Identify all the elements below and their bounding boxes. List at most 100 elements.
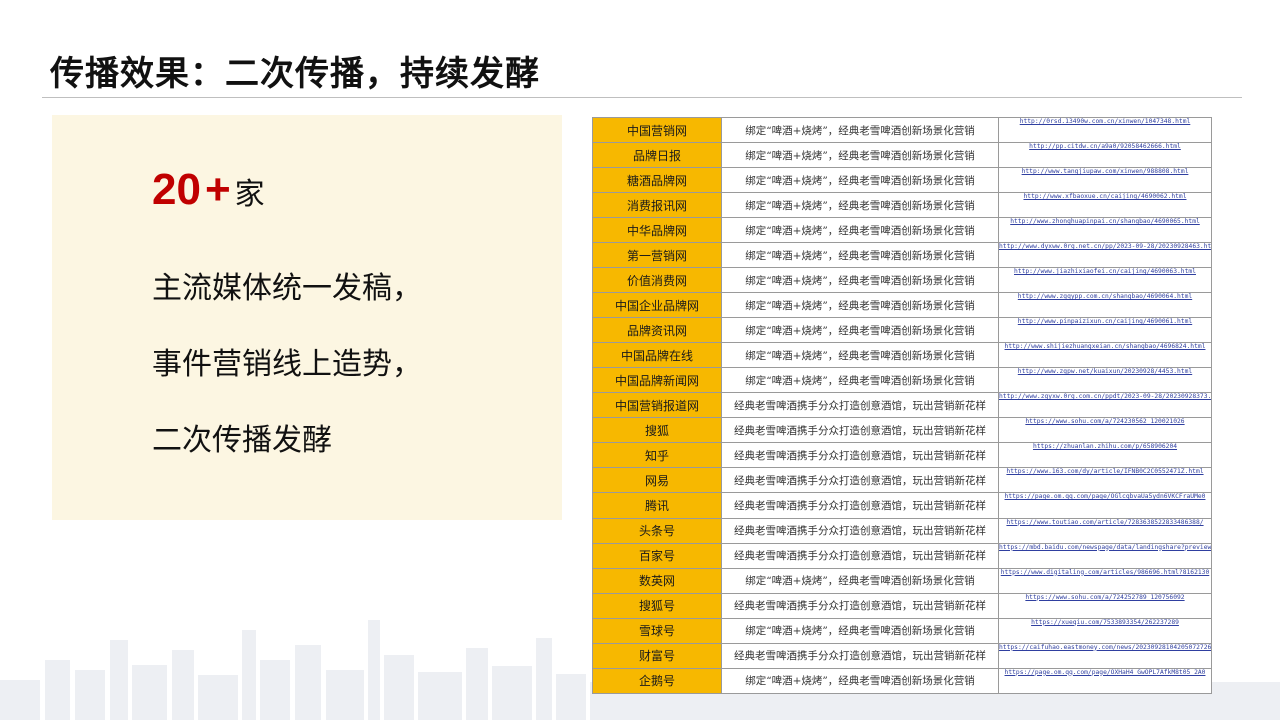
table-row: 品牌日报 绑定“啤酒+烧烤”，经典老雪啤酒创新场景化营销 http://pp.cit… [592, 142, 1212, 169]
table-row: 数英网 绑定“啤酒+烧烤”，经典老雪啤酒创新场景化营销 https://www.di… [592, 567, 1212, 594]
article-link[interactable]: https://www.digitaling.com/articles/9866… [998, 567, 1212, 594]
article-title-cell: 绑定“啤酒+烧烤”，经典老雪啤酒创新场景化营销 [721, 116, 999, 144]
media-name-cell: 财富号 [592, 642, 722, 669]
article-link[interactable]: http://www.dyxww.0rg.net.cn/pp/2023-09-2… [998, 242, 1212, 269]
article-title-cell: 经典老雪啤酒携手分众打造创意酒馆，玩出营销新花样 [721, 392, 999, 419]
summary-point-1: 主流媒体统一发稿， [152, 271, 422, 306]
article-title-cell: 经典老雪啤酒携手分众打造创意酒馆，玩出营销新花样 [721, 467, 999, 494]
article-link[interactable]: http://www.zgqypp.com.cn/shangbao/469006… [998, 292, 1212, 319]
article-title-cell: 绑定“啤酒+烧烤”，经典老雪啤酒创新场景化营销 [721, 367, 999, 394]
media-name-cell: 中国品牌在线 [592, 342, 722, 369]
article-link[interactable]: http://www.pinpaizixun.cn/caijing/469006… [998, 317, 1212, 344]
media-name-cell: 第一营销网 [592, 242, 722, 269]
article-title-cell: 经典老雪啤酒携手分众打造创意酒馆，玩出营销新花样 [721, 592, 999, 619]
media-name-cell: 雪球号 [592, 617, 722, 644]
media-name-cell: 百家号 [592, 542, 722, 569]
article-link[interactable]: http://www.jiazhixiaofei.cn/caijing/4690… [998, 267, 1212, 294]
media-name-cell: 品牌日报 [592, 142, 722, 169]
media-name-cell: 价值消费网 [592, 267, 722, 294]
table-row: 知乎 经典老雪啤酒携手分众打造创意酒馆，玩出营销新花样 https://zhuanl… [592, 442, 1212, 469]
media-name-cell: 搜狐 [592, 417, 722, 444]
article-link[interactable]: http://www.xfbaoxue.cn/caijing/4690062.h… [998, 192, 1212, 219]
table-row: 第一营销网 绑定“啤酒+烧烤”，经典老雪啤酒创新场景化营销 http://www.d… [592, 242, 1212, 269]
media-name-cell: 中华品牌网 [592, 217, 722, 244]
article-title-cell: 经典老雪啤酒携手分众打造创意酒馆，玩出营销新花样 [721, 442, 999, 469]
article-title-cell: 绑定“啤酒+烧烤”，经典老雪啤酒创新场景化营销 [721, 317, 999, 344]
article-link[interactable]: http://www.shijiezhuangxeian.cn/shangbao… [998, 342, 1212, 369]
article-link[interactable]: https://www.toutiao.com/article/72836385… [998, 517, 1212, 544]
table-row: 财富号 经典老雪啤酒携手分众打造创意酒馆，玩出营销新花样 https://caifu… [592, 642, 1212, 669]
title-divider [42, 97, 1242, 98]
media-name-cell: 糖酒品牌网 [592, 167, 722, 194]
article-link[interactable]: https://page.om.qq.com/page/OGlcqbvaUa5y… [998, 492, 1212, 519]
article-link[interactable]: https://www.sohu.com/a/724252789_1207560… [998, 592, 1212, 619]
article-title-cell: 绑定“啤酒+烧烤”，经典老雪啤酒创新场景化营销 [721, 267, 999, 294]
table-row: 中国营销报道网 经典老雪啤酒携手分众打造创意酒馆，玩出营销新花样 http://ww… [592, 392, 1212, 419]
media-name-cell: 头条号 [592, 517, 722, 544]
article-link[interactable]: http://www.zgpw.net/kuaixun/20230928/445… [998, 367, 1212, 394]
table-row: 搜狐 经典老雪啤酒携手分众打造创意酒馆，玩出营销新花样 https://www.so… [592, 417, 1212, 444]
media-release-table: 中国营销网 绑定“啤酒+烧烤”，经典老雪啤酒创新场景化营销 http://0rsd.… [592, 116, 1212, 695]
table-row: 价值消费网 绑定“啤酒+烧烤”，经典老雪啤酒创新场景化营销 http://www.j… [592, 267, 1212, 294]
table-row: 头条号 经典老雪啤酒携手分众打造创意酒馆，玩出营销新花样 https://www.t… [592, 517, 1212, 544]
article-title-cell: 经典老雪啤酒携手分众打造创意酒馆，玩出营销新花样 [721, 417, 999, 444]
media-name-cell: 搜狐号 [592, 592, 722, 619]
table-row: 百家号 经典老雪啤酒携手分众打造创意酒馆，玩出营销新花样 https://mbd.b… [592, 542, 1212, 569]
article-link[interactable]: https://caifuhao.eastmoney.com/news/2023… [998, 642, 1212, 669]
article-title-cell: 绑定“啤酒+烧烤”，经典老雪啤酒创新场景化营销 [721, 142, 999, 169]
article-link[interactable]: https://mbd.baidu.com/newspage/data/land… [998, 542, 1212, 569]
summary-panel: 20+ 家 主流媒体统一发稿， 事件营销线上造势， 二次传播发酵 [52, 115, 562, 520]
page-title: 传播效果：二次传播，持续发酵 [50, 54, 540, 94]
article-title-cell: 经典老雪啤酒携手分众打造创意酒馆，玩出营销新花样 [721, 642, 999, 669]
media-name-cell: 腾讯 [592, 492, 722, 519]
media-name-cell: 中国营销报道网 [592, 392, 722, 419]
table-row: 消费报讯网 绑定“啤酒+烧烤”，经典老雪啤酒创新场景化营销 http://www.x… [592, 192, 1212, 219]
article-link[interactable]: http://www.zgyxw.0rg.com.cn/ppdt/2023-09… [998, 392, 1212, 419]
table-row: 中国营销网 绑定“啤酒+烧烤”，经典老雪啤酒创新场景化营销 http://0rsd.… [592, 116, 1212, 144]
article-title-cell: 经典老雪啤酒携手分众打造创意酒馆，玩出营销新花样 [721, 492, 999, 519]
article-title-cell: 经典老雪啤酒携手分众打造创意酒馆，玩出营销新花样 [721, 542, 999, 569]
article-title-cell: 绑定“啤酒+烧烤”，经典老雪啤酒创新场景化营销 [721, 242, 999, 269]
media-count-headline: 20+ 家 [152, 165, 265, 215]
article-title-cell: 绑定“啤酒+烧烤”，经典老雪啤酒创新场景化营销 [721, 217, 999, 244]
table-row: 企鹅号 绑定“啤酒+烧烤”，经典老雪啤酒创新场景化营销 https://page.o… [592, 667, 1212, 695]
media-name-cell: 消费报讯网 [592, 192, 722, 219]
media-name-cell: 中国营销网 [592, 116, 722, 144]
table-row: 品牌资讯网 绑定“啤酒+烧烤”，经典老雪啤酒创新场景化营销 http://www.p… [592, 317, 1212, 344]
table-row: 中国企业品牌网 绑定“啤酒+烧烤”，经典老雪啤酒创新场景化营销 http://www… [592, 292, 1212, 319]
article-link[interactable]: https://zhuanlan.zhihu.com/p/658906204 [998, 442, 1212, 469]
media-name-cell: 品牌资讯网 [592, 317, 722, 344]
article-link[interactable]: https://page.om.qq.com/page/OXHaH4_GwOPL… [998, 667, 1212, 695]
article-link[interactable]: https://www.163.com/dy/article/IFNB0C2C0… [998, 467, 1212, 494]
article-link[interactable]: http://0rsd.13490w.com.cn/xinwen/1047348… [998, 116, 1212, 144]
article-link[interactable]: https://xueqiu.com/7533893354/262237289 [998, 617, 1212, 644]
table-row: 网易 经典老雪啤酒携手分众打造创意酒馆，玩出营销新花样 https://www.16… [592, 467, 1212, 494]
article-title-cell: 绑定“啤酒+烧烤”，经典老雪啤酒创新场景化营销 [721, 342, 999, 369]
media-count-unit: 家 [234, 177, 265, 212]
article-link[interactable]: https://www.sohu.com/a/724230562_1200210… [998, 417, 1212, 444]
summary-point-2: 事件营销线上造势， [152, 347, 422, 382]
article-title-cell: 经典老雪啤酒携手分众打造创意酒馆，玩出营销新花样 [721, 517, 999, 544]
article-link[interactable]: http://pp.citdw.cn/a9a0/92058462666.html [998, 142, 1212, 169]
article-title-cell: 绑定“啤酒+烧烤”，经典老雪啤酒创新场景化营销 [721, 667, 999, 695]
table-row: 中国品牌新闻网 绑定“啤酒+烧烤”，经典老雪啤酒创新场景化营销 http://www… [592, 367, 1212, 394]
media-name-cell: 中国企业品牌网 [592, 292, 722, 319]
article-title-cell: 绑定“啤酒+烧烤”，经典老雪啤酒创新场景化营销 [721, 192, 999, 219]
media-name-cell: 知乎 [592, 442, 722, 469]
article-title-cell: 绑定“啤酒+烧烤”，经典老雪啤酒创新场景化营销 [721, 292, 999, 319]
plus-sign: + [204, 165, 231, 214]
table-row: 搜狐号 经典老雪啤酒携手分众打造创意酒馆，玩出营销新花样 https://www.s… [592, 592, 1212, 619]
media-name-cell: 数英网 [592, 567, 722, 594]
media-name-cell: 网易 [592, 467, 722, 494]
table-row: 中国品牌在线 绑定“啤酒+烧烤”，经典老雪啤酒创新场景化营销 http://www.… [592, 342, 1212, 369]
table-row: 糖酒品牌网 绑定“啤酒+烧烤”，经典老雪啤酒创新场景化营销 http://www.t… [592, 167, 1212, 194]
article-title-cell: 绑定“啤酒+烧烤”，经典老雪啤酒创新场景化营销 [721, 167, 999, 194]
article-link[interactable]: http://www.zhonghuapinpai.cn/shangbao/46… [998, 217, 1212, 244]
article-title-cell: 绑定“啤酒+烧烤”，经典老雪啤酒创新场景化营销 [721, 567, 999, 594]
article-link[interactable]: http://www.tangjiupaw.com/xinwen/988808.… [998, 167, 1212, 194]
media-name-cell: 中国品牌新闻网 [592, 367, 722, 394]
table-row: 腾讯 经典老雪啤酒携手分众打造创意酒馆，玩出营销新花样 https://page.o… [592, 492, 1212, 519]
media-count-number: 20 [152, 165, 201, 214]
media-name-cell: 企鹅号 [592, 667, 722, 695]
summary-point-3: 二次传播发酵 [152, 423, 332, 458]
